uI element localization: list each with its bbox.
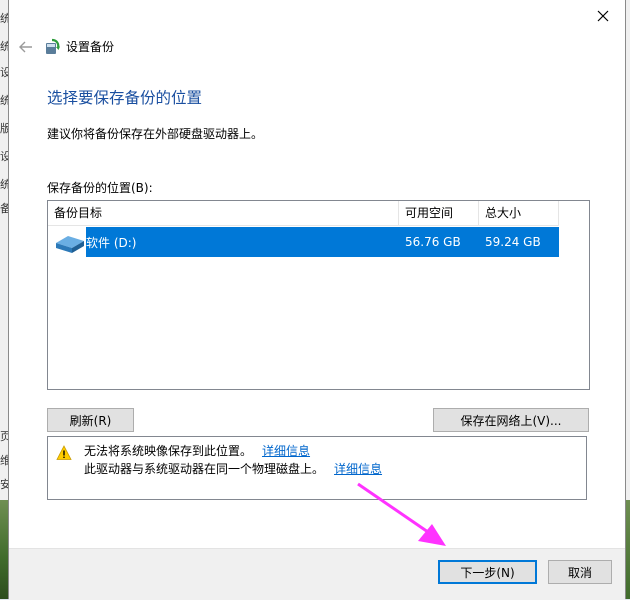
page-heading: 选择要保存备份的位置: [47, 89, 203, 107]
bg-glyph: 备: [0, 202, 8, 215]
back-arrow-icon: [19, 41, 32, 53]
backup-app-icon: [46, 38, 60, 54]
desktop-wallpaper: [626, 500, 630, 599]
column-header-free-space[interactable]: 可用空间: [399, 201, 479, 225]
details-link[interactable]: 详细信息: [262, 444, 310, 458]
bg-glyph: 版: [0, 122, 8, 135]
background-window-left: 统 统 设 统 版 设 统 备 页 维 安: [0, 0, 8, 599]
close-button[interactable]: [589, 4, 617, 28]
bg-glyph: 统: [0, 94, 8, 107]
refresh-button[interactable]: 刷新(R): [47, 408, 134, 432]
selected-row-highlight: 软件 (D:) 56.76 GB 59.24 GB: [86, 227, 559, 257]
bg-glyph: 统: [0, 12, 8, 25]
column-header-destination[interactable]: 备份目标: [48, 201, 399, 225]
warning-text: 无法将系统映像保存到此位置。: [84, 444, 253, 458]
row-drive-name: 软件 (D:): [86, 235, 137, 250]
list-header: 备份目标 可用空间 总大小: [48, 201, 559, 226]
save-on-network-button[interactable]: 保存在网络上(V)...: [433, 408, 589, 432]
column-header-total-size[interactable]: 总大小: [479, 201, 559, 225]
setup-backup-dialog: 设置备份 选择要保存备份的位置 建议你将备份保存在外部硬盘驱动器上。 保存备份的…: [8, 0, 626, 600]
row-free-space: 56.76 GB: [405, 235, 461, 249]
drive-icon: [56, 236, 84, 253]
warning-line: 此驱动器与系统驱动器在同一个物理磁盘上。 详细信息: [84, 461, 382, 477]
bg-glyph: 设: [0, 66, 8, 79]
next-button[interactable]: 下一步(N): [438, 560, 537, 584]
bg-glyph: 安: [0, 478, 8, 491]
bg-glyph: 统: [0, 40, 8, 53]
warning-icon: [56, 445, 72, 460]
row-total-size: 59.24 GB: [485, 235, 541, 249]
backup-location-label: 保存备份的位置(B):: [47, 181, 153, 195]
close-icon: [597, 10, 609, 22]
cancel-button[interactable]: 取消: [548, 560, 612, 584]
details-link[interactable]: 详细信息: [334, 462, 382, 476]
warning-panel: 无法将系统映像保存到此位置。 详细信息 此驱动器与系统驱动器在同一个物理磁盘上。详…: [47, 436, 587, 500]
bg-glyph: 维: [0, 454, 8, 467]
warning-text: 此驱动器与系统驱动器在同一个物理磁盘上。: [84, 462, 325, 476]
back-button[interactable]: [15, 36, 37, 58]
dialog-title: 设置备份: [66, 40, 115, 54]
dialog-footer: 下一步(N) 取消: [9, 548, 625, 600]
desktop-wallpaper: [0, 500, 8, 599]
backup-destination-list[interactable]: 备份目标 可用空间 总大小 软件 (D:) 56.76 GB 59.24 GB: [47, 200, 590, 390]
bg-glyph: 统: [0, 178, 8, 191]
list-item[interactable]: 软件 (D:) 56.76 GB 59.24 GB: [48, 225, 559, 259]
bg-glyph: 设: [0, 150, 8, 163]
warning-line: 无法将系统映像保存到此位置。 详细信息: [84, 443, 310, 459]
bg-glyph: 页: [0, 430, 8, 443]
intro-text: 建议你将备份保存在外部硬盘驱动器上。: [47, 127, 264, 141]
background-window-right: [626, 0, 630, 599]
